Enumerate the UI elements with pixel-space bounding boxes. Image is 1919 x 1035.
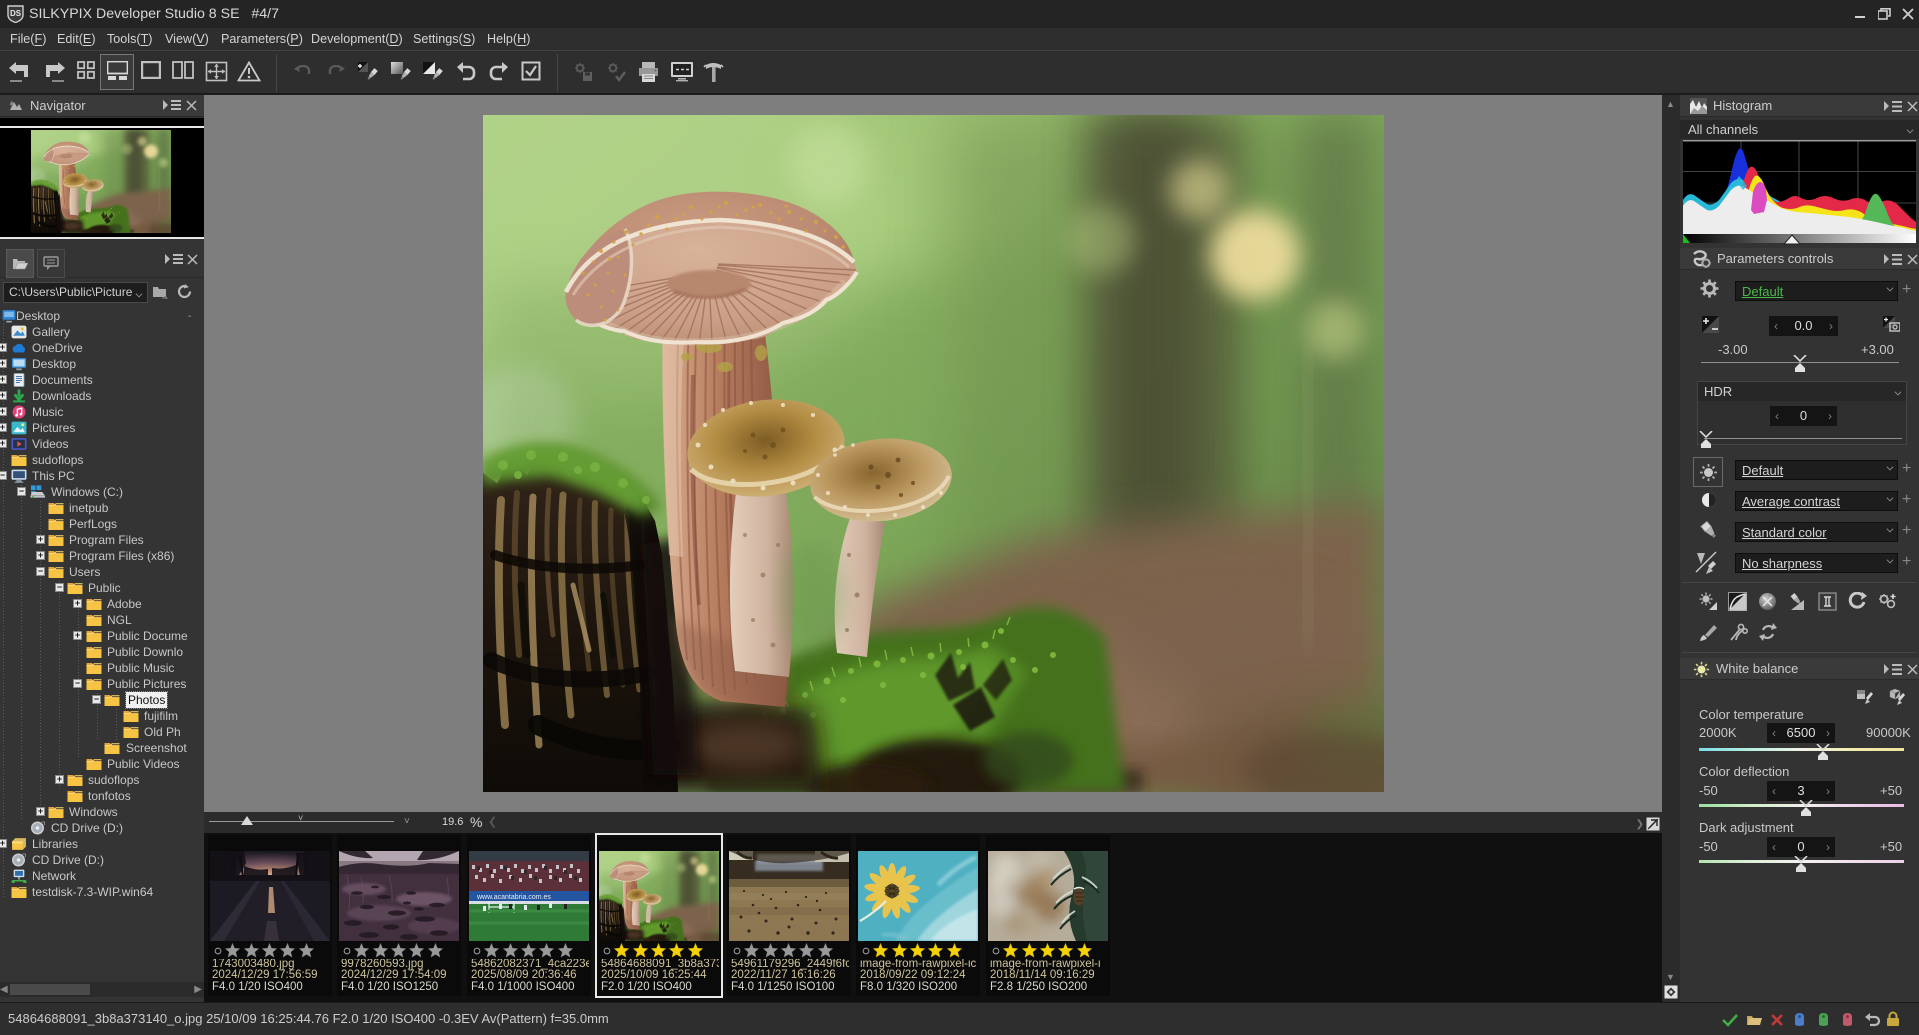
svg-text:www.acantabria.com.es: www.acantabria.com.es bbox=[476, 894, 551, 901]
svg-text:DS: DS bbox=[10, 9, 22, 18]
